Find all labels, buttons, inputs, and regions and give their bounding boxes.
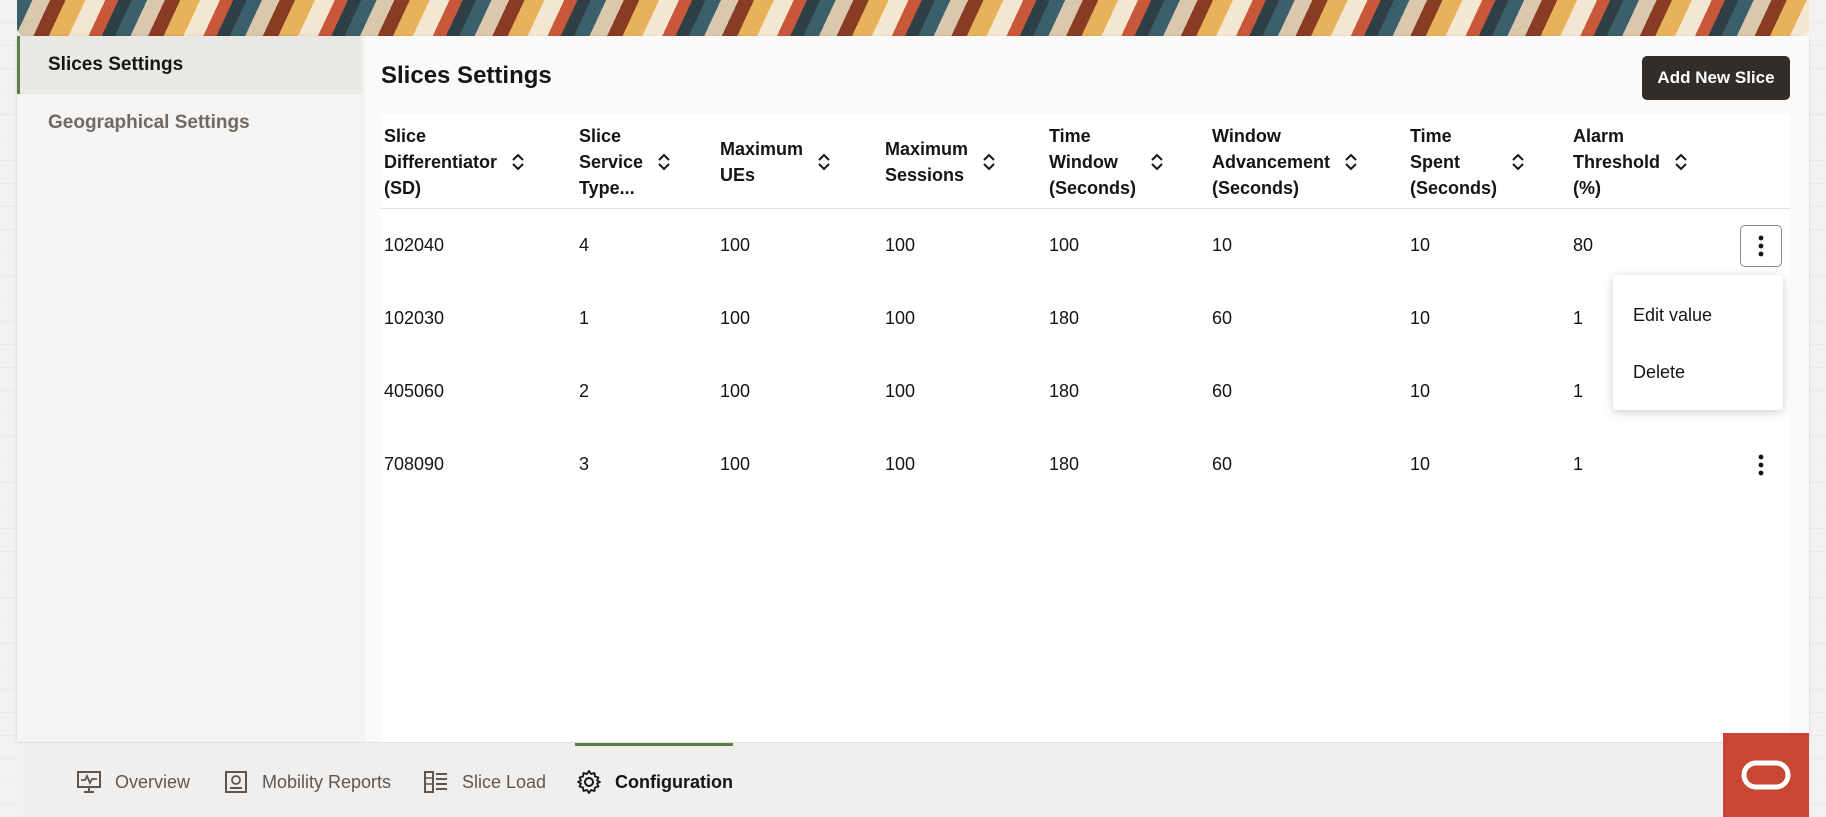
cell-time-window: 180: [1049, 308, 1080, 328]
cell-time-spent: 10: [1410, 235, 1431, 255]
more-vertical-icon[interactable]: [1740, 225, 1782, 267]
cell-alarm-threshold: 1: [1573, 454, 1584, 474]
list-grid-icon: [422, 768, 450, 796]
cell-max-ues: 100: [720, 308, 751, 328]
tab-configuration[interactable]: Configuration: [575, 743, 733, 817]
cell-max-ues: 100: [720, 454, 751, 474]
column-header-window-advancement[interactable]: Window Advancement (Seconds): [1212, 114, 1358, 209]
sort-icon[interactable]: [1344, 152, 1358, 172]
header-banner: [17, 0, 1809, 36]
cell-time-spent: 10: [1410, 454, 1431, 474]
report-icon: [222, 768, 250, 796]
row-actions-menu: Edit value Delete: [1613, 275, 1783, 410]
sort-icon[interactable]: [1150, 152, 1164, 172]
monitor-pulse-icon: [75, 768, 103, 796]
column-header-label: Time Spent (Seconds): [1410, 125, 1498, 198]
column-header-time-spent[interactable]: Time Spent (Seconds): [1410, 114, 1525, 209]
column-header-label: Window Advancement (Seconds): [1212, 125, 1331, 198]
cell-max-sessions: 100: [885, 381, 916, 401]
cell-time-window: 180: [1049, 381, 1080, 401]
cell-alarm-threshold: 1: [1573, 381, 1584, 401]
column-header-label: Slice Service Type...: [579, 125, 644, 198]
column-header-label: Time Window (Seconds): [1049, 125, 1137, 198]
bottom-nav: Overview Mobility Reports Slice Load Con…: [17, 742, 1809, 817]
add-new-slice-button[interactable]: Add New Slice: [1642, 56, 1790, 100]
tab-mobility-reports-label: Mobility Reports: [262, 771, 392, 792]
cell-max-sessions: 100: [885, 235, 916, 255]
table-row[interactable]: 405060 2 100 100 180 60 10 1: [381, 355, 1790, 428]
cell-max-ues: 100: [720, 235, 751, 255]
cell-window-advancement: 10: [1212, 235, 1233, 255]
tab-slice-load[interactable]: Slice Load: [422, 743, 546, 817]
cell-window-advancement: 60: [1212, 454, 1233, 474]
cell-window-advancement: 60: [1212, 381, 1233, 401]
sort-icon[interactable]: [657, 152, 671, 172]
cell-service-type: 2: [579, 381, 590, 401]
more-vertical-icon[interactable]: [1740, 444, 1782, 486]
page-title: Slices Settings: [381, 62, 552, 89]
menu-item-edit-value[interactable]: Edit value: [1613, 287, 1783, 344]
cell-time-spent: 10: [1410, 381, 1431, 401]
cell-max-ues: 100: [720, 381, 751, 401]
tab-slice-load-label: Slice Load: [462, 771, 547, 792]
cell-window-advancement: 60: [1212, 308, 1233, 328]
column-header-time-window[interactable]: Time Window (Seconds): [1049, 114, 1164, 209]
column-header-max-ues[interactable]: Maximum UEs: [720, 114, 831, 209]
sort-icon[interactable]: [511, 152, 525, 172]
sidebar-item-slices-settings[interactable]: Slices Settings: [17, 36, 362, 94]
main-panel: Slices Settings Add New Slice Slice Diff…: [381, 36, 1790, 742]
cell-alarm-threshold: 1: [1573, 308, 1584, 328]
sort-icon[interactable]: [1511, 152, 1525, 172]
sort-icon[interactable]: [817, 152, 831, 172]
table-header: Slice Differentiator (SD) Slice Service T…: [381, 114, 1790, 209]
cell-service-type: 1: [579, 308, 590, 328]
cell-service-type: 4: [579, 235, 590, 255]
table-row[interactable]: 102030 1 100 100 180 60 10 1: [381, 282, 1790, 355]
column-header-label: Maximum UEs: [720, 138, 804, 185]
column-header-max-sessions[interactable]: Maximum Sessions: [885, 114, 996, 209]
column-header-label: Maximum Sessions: [885, 138, 969, 185]
column-header-label: Slice Differentiator (SD): [384, 125, 498, 198]
cell-time-spent: 10: [1410, 308, 1431, 328]
column-header-service-type[interactable]: Slice Service Type...: [579, 114, 671, 209]
tab-configuration-label: Configuration: [615, 771, 733, 792]
cell-sd: 102040: [384, 235, 445, 255]
column-header-label: Alarm Threshold (%): [1573, 125, 1661, 198]
tab-overview[interactable]: Overview: [75, 743, 190, 817]
cell-max-sessions: 100: [885, 308, 916, 328]
cell-sd: 405060: [384, 381, 445, 401]
cell-max-sessions: 100: [885, 454, 916, 474]
menu-item-delete[interactable]: Delete: [1613, 344, 1783, 401]
cell-time-window: 180: [1049, 454, 1080, 474]
table-row[interactable]: 102040 4 100 100 100 10 10 80: [381, 209, 1790, 282]
cell-sd: 102030: [384, 308, 445, 328]
cell-sd: 708090: [384, 454, 445, 474]
sidebar-item-geographical-settings[interactable]: Geographical Settings: [17, 94, 362, 152]
slices-table: Slice Differentiator (SD) Slice Service T…: [381, 114, 1790, 742]
tab-mobility-reports[interactable]: Mobility Reports: [222, 743, 391, 817]
table-row[interactable]: 708090 3 100 100 180 60 10 1: [381, 428, 1790, 501]
gear-icon: [575, 768, 603, 796]
tab-overview-label: Overview: [115, 771, 191, 792]
cell-service-type: 3: [579, 454, 590, 474]
cell-alarm-threshold: 80: [1573, 235, 1594, 255]
column-header-alarm-threshold[interactable]: Alarm Threshold (%): [1573, 114, 1688, 209]
sidebar: Slices Settings Geographical Settings: [17, 36, 362, 742]
sort-icon[interactable]: [1674, 152, 1688, 172]
column-header-sd[interactable]: Slice Differentiator (SD): [384, 114, 525, 209]
oracle-logo-icon: [1723, 733, 1809, 817]
cell-time-window: 100: [1049, 235, 1080, 255]
sort-icon[interactable]: [982, 152, 996, 172]
